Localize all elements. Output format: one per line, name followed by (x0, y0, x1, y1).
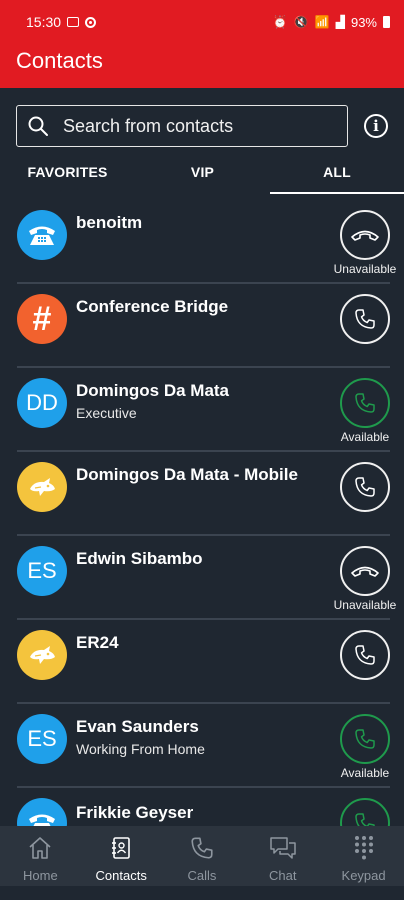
tab-vip[interactable]: VIP (135, 150, 270, 193)
nav-contacts[interactable]: Contacts (81, 826, 162, 886)
desk-phone-icon (29, 814, 55, 826)
keypad-icon (353, 834, 375, 862)
avatar: # (17, 294, 67, 344)
nav-label: Home (23, 868, 58, 883)
chat-icon (269, 834, 297, 862)
contact-row[interactable]: benoitm Unavailable (0, 200, 404, 284)
nav-calls[interactable]: Calls (162, 826, 243, 886)
nav-keypad[interactable]: Keypad (323, 826, 404, 886)
contact-name: Edwin Sibambo (76, 549, 203, 568)
search-box[interactable] (16, 105, 348, 147)
status-time: 15:30 (26, 14, 62, 30)
phone-icon (355, 729, 375, 749)
contacts-book-icon (108, 834, 134, 862)
alarm-icon: ⏰ (272, 15, 288, 29)
mascot-icon (30, 478, 55, 496)
status-right: ⏰ 🔇 📶 ▟ 93% (273, 15, 390, 30)
tab-favorites[interactable]: FAVORITES (0, 150, 135, 193)
nav-label: Contacts (95, 868, 147, 883)
status-left: 15:30 (26, 14, 97, 30)
mascot-icon (30, 646, 55, 664)
avatar: ES (17, 714, 67, 764)
nav-label: Chat (269, 868, 297, 883)
avatar: DD (17, 378, 67, 428)
contact-name: Domingos Da Mata (76, 381, 230, 400)
call-button[interactable] (340, 210, 390, 260)
contact-name: Domingos Da Mata - Mobile (76, 465, 298, 484)
contact-status: Working From Home (76, 741, 205, 757)
search-icon (27, 115, 49, 137)
phone-icon (355, 477, 375, 497)
nav-chat[interactable]: Chat (242, 826, 323, 886)
avatar (17, 798, 67, 826)
avatar-initials: DD (26, 390, 58, 415)
record-icon (85, 16, 97, 28)
call-button[interactable] (340, 714, 390, 764)
contact-row[interactable]: ES Edwin Sibambo Unavailable (0, 536, 404, 620)
tab-indicator (270, 192, 404, 194)
hangup-icon (351, 230, 379, 241)
avatar-initials: ES (27, 726, 57, 751)
contact-row[interactable]: DD Domingos Da Mata Executive Available (0, 368, 404, 452)
signal-icon: ▟ (335, 15, 345, 29)
avatar (17, 630, 67, 680)
image-icon (67, 17, 80, 27)
phone-icon (189, 834, 215, 862)
avatar-initials: ES (27, 558, 57, 583)
presence-label: Available (340, 766, 390, 780)
hash-icon: # (32, 300, 52, 338)
phone-icon (355, 645, 375, 665)
contact-row[interactable]: ES Evan Saunders Working From Home Avail… (0, 704, 404, 788)
avatar (17, 462, 67, 512)
app-bar: Contacts (0, 44, 404, 88)
gesture-bar (0, 886, 404, 900)
contact-row[interactable]: # Conference Bridge (0, 284, 404, 368)
presence-label: Unavailable (333, 262, 397, 276)
contact-name: Frikkie Geyser (76, 803, 194, 822)
home-icon (27, 834, 53, 862)
contact-row[interactable]: ER24 (0, 620, 404, 704)
phone-icon (355, 309, 375, 329)
call-button[interactable] (340, 798, 390, 826)
call-button[interactable] (340, 294, 390, 344)
contact-status: Executive (76, 405, 137, 421)
contact-list[interactable]: benoitm Unavailable # Conference Bridge … (0, 200, 404, 826)
battery-icon (383, 16, 390, 28)
presence-label: Available (340, 430, 390, 444)
avatar: ES (17, 546, 67, 596)
search-input[interactable] (63, 115, 347, 137)
contact-name: ER24 (76, 633, 119, 652)
nav-label: Keypad (341, 868, 386, 883)
nav-label: Calls (187, 868, 217, 883)
contact-name: benoitm (76, 213, 143, 232)
presence-label: Unavailable (333, 598, 397, 612)
contact-name: Evan Saunders (76, 717, 199, 736)
tab-all[interactable]: ALL (270, 150, 404, 193)
contact-row[interactable]: Domingos Da Mata - Mobile (0, 452, 404, 536)
info-icon[interactable]: i (364, 114, 388, 138)
contact-name: Conference Bridge (76, 297, 229, 316)
contact-row[interactable]: Frikkie Geyser (0, 788, 404, 826)
call-button[interactable] (340, 378, 390, 428)
nav-home[interactable]: Home (0, 826, 81, 886)
status-bar: 15:30 ⏰ 🔇 📶 ▟ 93% (0, 0, 404, 44)
desk-phone-icon (29, 226, 55, 245)
phone-icon (355, 393, 375, 413)
battery-percent: 93% (350, 14, 377, 30)
mute-icon: 🔇 (293, 15, 309, 29)
bottom-nav: Home Contacts Calls Chat Keypad (0, 826, 404, 886)
tab-bar: FAVORITES VIP ALL (0, 150, 404, 195)
avatar (17, 210, 67, 260)
call-button[interactable] (340, 462, 390, 512)
page-title: Contacts (16, 48, 103, 73)
phone-icon (355, 813, 375, 826)
call-button[interactable] (340, 546, 390, 596)
call-button[interactable] (340, 630, 390, 680)
hangup-icon (351, 566, 379, 577)
wifi-icon: 📶 (314, 15, 330, 29)
